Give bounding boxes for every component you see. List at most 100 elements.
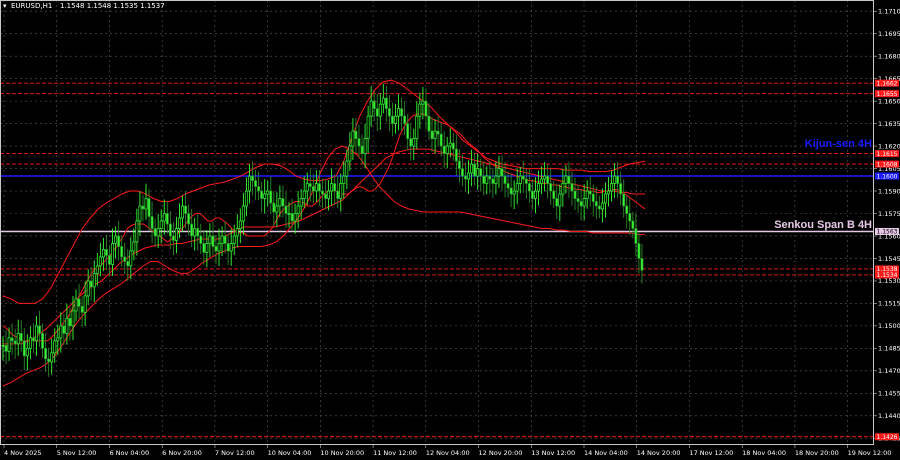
candle-body [13,340,17,345]
candle-body [168,223,172,237]
candle-body [369,100,373,117]
x-tick-label: 17 Nov 12:00 [689,449,733,457]
y-tick-label: 1.1455 [878,390,900,398]
x-tick-label: 6 Nov 20:00 [162,449,202,457]
price-chart[interactable]: Kijun-sen 4H Senkou Span B 4H 1.1710 1.169… [0,0,900,460]
y-tick-label: 1.1485 [878,345,900,353]
candle-body [171,235,175,241]
candle-body [299,198,303,207]
candle-body [391,115,394,124]
candle-body [540,178,543,184]
candle-body [293,213,297,222]
candle-body [594,201,598,207]
level-price-label: 1.1615 [877,151,898,158]
candle-body [111,243,114,265]
candle-body [558,193,562,207]
chart-background [0,0,900,460]
candle-body [77,298,81,307]
candle-body [68,318,72,327]
candle-body [184,205,188,214]
candle-body [214,246,218,252]
level-price-label: 1.1662 [877,80,898,87]
candle-body [147,198,151,217]
candle-body [570,183,574,192]
candle-body [479,168,483,177]
candle-body [254,180,257,187]
candle-body [321,190,324,195]
candle-body [585,190,589,199]
x-tick-label: 12 Nov 04:00 [426,449,470,457]
candle-body [22,340,26,357]
candle-body [613,175,617,184]
candle-body [524,178,528,184]
candle-body [232,235,236,244]
candle-body [509,187,513,195]
candle-body [497,168,501,177]
candle-body [357,138,361,147]
candle-body [275,205,279,213]
candle-body [62,325,66,334]
candle-body [415,115,419,139]
chevron-down-icon[interactable]: ▾ [3,2,7,10]
candle-body [1,345,5,347]
x-tick-label: 12 Nov 20:00 [479,449,523,457]
candle-body [266,190,270,195]
candle-body [220,235,224,244]
candle-body [108,255,111,265]
candle-body [537,183,540,192]
candle-body [597,205,601,210]
candle-body [488,175,492,180]
candle-body [421,100,425,105]
candle-body [272,202,276,213]
candle-body [114,235,118,244]
candle-body [16,333,20,345]
candle-body [333,183,337,192]
candle-body [244,190,248,207]
candle-body [372,100,376,109]
candle-body [178,217,181,229]
x-tick-label: 14 Nov 20:00 [637,449,681,457]
x-tick-label: 4 Nov 2025 [4,449,42,457]
candle-body [105,249,108,256]
candle-body [89,280,93,288]
candle-body [552,190,556,199]
candle-body [457,160,461,169]
candle-body [588,190,592,195]
y-tick-label: 1.1575 [878,210,900,218]
candle-body [354,130,358,139]
candle-body [257,186,261,192]
candle-body [330,183,334,192]
candle-body [460,168,464,177]
candle-body [397,108,400,117]
candle-body [451,142,455,150]
candle-body [375,108,379,117]
candle-body [515,183,519,192]
candle-body [74,298,78,312]
x-tick-label: 14 Nov 04:00 [584,449,628,457]
candle-body [339,183,343,199]
candle-body [153,228,157,237]
candle-body [4,345,8,352]
candle-body [296,205,300,214]
candle-body [241,205,245,222]
candle-body [287,213,291,215]
candle-body [308,183,312,187]
candle-body [436,130,440,135]
candle-body [491,178,495,184]
candle-body [549,183,553,192]
candle-body [360,145,364,154]
candle-body [543,175,547,180]
x-tick-label: 10 Nov 04:00 [268,449,312,457]
candle-body [235,228,239,237]
candle-body [454,148,458,162]
candle-body [19,333,23,342]
candle-body [50,352,54,363]
symbol-label: EURUSD,H1 [11,2,52,10]
candle-body [226,243,230,252]
candle-body [403,115,407,124]
y-tick-label: 1.1695 [878,30,900,38]
candle-body [202,243,206,253]
candle-body [324,193,327,199]
candle-body [47,358,51,363]
level-price-label: 1.1563 [877,229,898,236]
